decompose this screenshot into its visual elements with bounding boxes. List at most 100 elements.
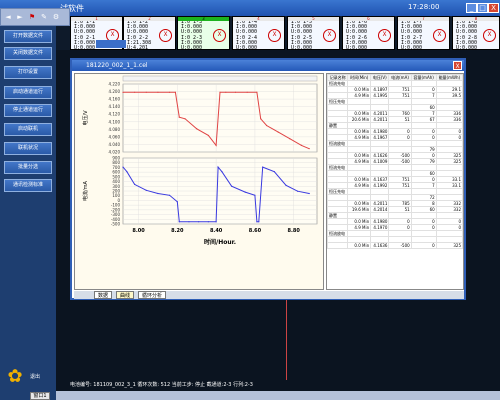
data-point	[157, 91, 159, 93]
data-point	[207, 221, 209, 223]
data-point	[260, 118, 262, 120]
sidebar-button-5[interactable]: 停止通道运行	[4, 104, 52, 117]
selected-channel-highlight	[96, 40, 126, 48]
channel-tile-3[interactable]: 3 I:0 1-3 I:0.000 U:0.000 I:0 2-3 I:0.000 U:0.…	[177, 16, 230, 50]
exit-label[interactable]: 退出	[30, 373, 40, 380]
channel-number: 2	[124, 17, 175, 21]
data-point	[217, 166, 219, 168]
data-point	[262, 166, 264, 168]
y-axis-label: 电压/V	[82, 110, 89, 126]
record-table-panel: 记录名称 时间(Min) 电压(V) 电流(mA) 容量(mAh) 能量(mWh) 恒流充…	[326, 73, 464, 290]
y-tick-label: 4.200	[109, 89, 121, 94]
channel-number: 6	[343, 17, 394, 21]
y-tick-label: 4.100	[109, 119, 121, 124]
forward-icon[interactable]: ►	[15, 12, 25, 22]
tab-curve[interactable]: 曲线	[116, 291, 135, 299]
data-point	[231, 185, 233, 187]
data-point	[122, 91, 124, 93]
y-tick-label: -500	[111, 222, 121, 227]
cursor-line	[286, 300, 287, 380]
channel-tile-4[interactable]: 4 I:0 1-4 I:0.000 U:0.000 I:0 2-4 I:0.000 U:0.…	[232, 16, 285, 50]
sidebar-button-8[interactable]: 批量分选	[4, 161, 52, 174]
table-cell	[326, 242, 349, 249]
data-point	[126, 171, 128, 173]
sidebar-button-7[interactable]: 联机状况	[4, 142, 52, 155]
data-point	[145, 91, 147, 93]
status-bar: 电池编号: 181109_002_3_1 循环次数: 512 当前工步: 停止 …	[56, 380, 500, 391]
x-tick-label: 8.80	[288, 228, 301, 234]
data-point	[176, 201, 178, 203]
tab-cycle-analysis[interactable]: 循环分析	[138, 291, 167, 299]
channel-number: 4	[233, 17, 284, 21]
data-point	[308, 192, 310, 195]
chart-header-bar	[122, 75, 318, 82]
data-point	[215, 144, 217, 146]
data-point	[234, 91, 237, 93]
data-point	[134, 91, 136, 93]
channel-tile-2[interactable]: 2 I:0 1-2 I:0.000 U:0.000 I:0 2-2 I:21.308 U:4…	[123, 16, 176, 50]
tab-data[interactable]: 数据	[94, 291, 113, 299]
settings-icon[interactable]: ⚙	[51, 12, 61, 22]
data-point	[184, 118, 186, 120]
data-point	[225, 91, 227, 93]
table-cell: -500	[388, 242, 412, 249]
sheet-tab-bar: 数据 曲线 循环分析	[74, 291, 464, 299]
runner-icon[interactable]: ✿	[6, 366, 24, 388]
channel-status-icon: X	[378, 29, 391, 42]
data-point	[289, 138, 291, 140]
data-point	[207, 134, 209, 137]
bottom-tab-bar	[56, 391, 500, 400]
clock: 17:28:00	[408, 3, 440, 11]
channel-tile-7[interactable]: 7 I:0 1-7 I:0.000 U:0.000 I:0 2-7 I:0.000 U:0.…	[397, 16, 450, 50]
y-tick-label: 4.020	[109, 150, 121, 155]
y-tick-label: 4.220	[109, 82, 121, 87]
minimize-button[interactable]: _	[466, 3, 477, 13]
channel-tile-5[interactable]: 5 I:0 1-5 I:0.000 U:0.000 I:0 2-5 I:0.000 U:0.…	[287, 16, 340, 50]
maximize-button[interactable]: □	[477, 3, 488, 13]
x-tick-label: 8.40	[210, 228, 223, 234]
data-point	[188, 221, 190, 223]
charts-svg: 4.220 4.200 4.160 4.140 4.120 4.100 4.080 4.060…	[82, 75, 339, 246]
data-point	[215, 221, 217, 223]
y-tick-label: 4.120	[109, 112, 121, 117]
table-row[interactable]: 0.0 Min 4.1636 -500 0 325	[326, 242, 464, 249]
channel-status-icon: X	[323, 29, 336, 42]
y-tick-label: 4.060	[109, 134, 121, 139]
data-point	[265, 124, 268, 127]
channel-status-icon: X	[268, 29, 281, 42]
window-close-button[interactable]: X	[453, 61, 462, 70]
channel-number: 3	[178, 17, 229, 21]
channel-number: 5	[288, 17, 339, 21]
data-point	[256, 91, 258, 93]
channel-tile-8[interactable]: 8 I:0 1-8 I:0.000 U:0.000 I:0 2-8 I:0.000 U:0.…	[452, 16, 500, 50]
back-icon[interactable]: ◄	[3, 12, 13, 22]
data-point	[256, 221, 258, 223]
sidebar-button-3[interactable]: 打印设置	[4, 66, 52, 79]
sidebar-button-9[interactable]: 通讯检测标准	[4, 179, 52, 192]
edit-icon[interactable]: ✎	[39, 12, 49, 22]
chart-panel: 4.220 4.200 4.160 4.140 4.120 4.100 4.080 4.060…	[74, 73, 339, 290]
data-point	[145, 189, 147, 191]
data-point	[122, 166, 124, 168]
table-cell: 4.1636	[370, 242, 390, 249]
sidebar-button-2[interactable]: 关闭数据文件	[4, 47, 52, 60]
tab-window-1[interactable]: 窗口1	[30, 392, 50, 400]
channel-number: 7	[398, 17, 449, 21]
channel-status-icon: X	[433, 29, 446, 42]
flag-icon[interactable]: ⚑	[27, 12, 37, 22]
y-tick-label: 4.080	[109, 127, 121, 132]
data-file-window: 181220_002_1_1.cel X 4.220 4.200 4.160 4.14…	[70, 58, 466, 300]
data-point	[254, 194, 256, 196]
close-button[interactable]: X	[488, 3, 499, 13]
sidebar-button-6[interactable]: 启动联机	[4, 123, 52, 136]
table-cell: 0.0 Min	[347, 242, 372, 249]
sidebar	[0, 26, 56, 400]
x-tick-label: 8.60	[249, 228, 262, 234]
y-axis-label: 电流/mA	[82, 180, 89, 201]
data-point	[221, 171, 223, 173]
sidebar-button-4[interactable]: 启动通道运行	[4, 86, 52, 99]
sidebar-button-1[interactable]: 打开数据文件	[4, 30, 52, 43]
data-point	[196, 128, 198, 130]
data-point	[258, 221, 260, 223]
channel-tile-6[interactable]: 6 I:0 1-6 I:0.000 U:0.000 I:0 2-6 I:0.000 U:0.…	[342, 16, 395, 50]
